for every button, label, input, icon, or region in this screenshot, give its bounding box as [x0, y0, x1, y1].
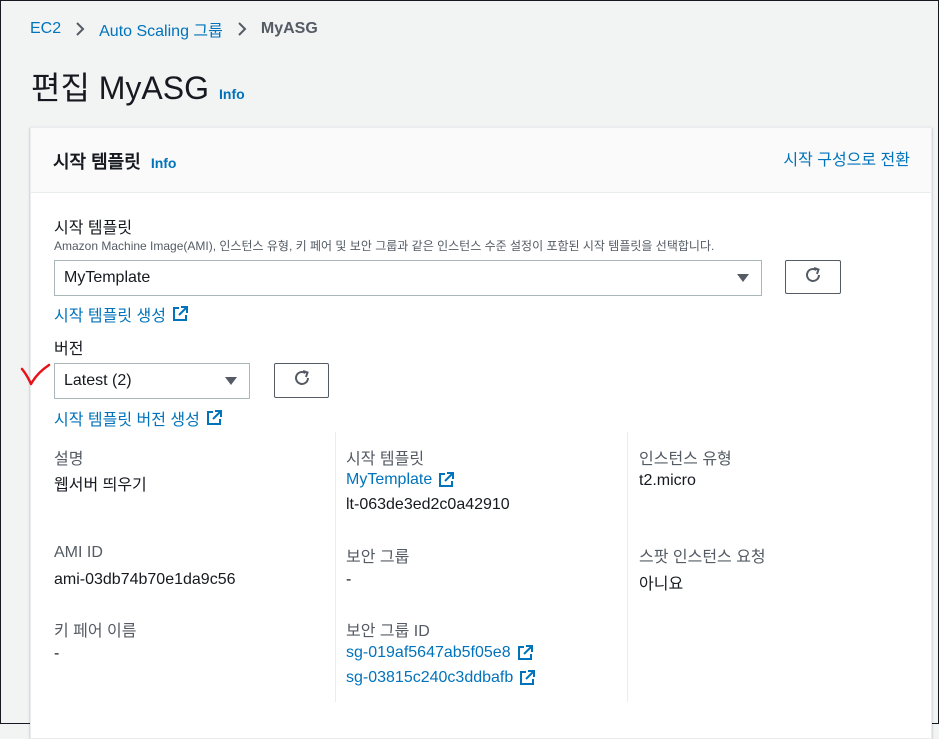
page-info-link[interactable]: Info	[219, 86, 245, 102]
panel-header: 시작 템플릿 Info 시작 구성으로 전환	[31, 128, 931, 193]
key-pair-label: 키 페어 이름	[54, 623, 137, 640]
description-value: 웹서버 띄우기	[54, 477, 147, 494]
launch-template-select[interactable]: MyTemplate	[54, 260, 762, 296]
refresh-icon	[292, 368, 312, 393]
create-template-link[interactable]: 시작 템플릿 생성	[54, 302, 188, 326]
security-group-label: 보안 그룹	[346, 549, 410, 566]
create-version-link-text: 시작 템플릿 버전 생성	[54, 412, 200, 429]
chevron-right-icon	[75, 21, 85, 37]
ami-id-label: AMI ID	[54, 544, 103, 561]
security-group-id-label: 보안 그룹 ID	[346, 623, 430, 640]
create-version-link[interactable]: 시작 템플릿 버전 생성	[54, 406, 222, 430]
version-select[interactable]: Latest (2)	[54, 363, 250, 399]
panel-info-link[interactable]: Info	[151, 155, 177, 171]
refresh-versions-button[interactable]	[274, 363, 329, 398]
panel-title-text: 시작 템플릿	[53, 152, 141, 172]
description-label: 설명	[54, 451, 84, 468]
launch-template-detail-label: 시작 템플릿	[346, 451, 425, 468]
page-title-text: 편집 MyASG	[31, 70, 210, 106]
column-divider	[627, 432, 628, 702]
spot-request-label: 스팟 인스턴스 요청	[639, 549, 766, 566]
instance-type-label: 인스턴스 유형	[639, 451, 732, 468]
spot-request-value: 아니요	[639, 576, 684, 593]
caret-down-icon	[225, 377, 237, 385]
launch-template-detail-link[interactable]: MyTemplate	[346, 471, 455, 489]
version-select-value: Latest (2)	[64, 372, 132, 389]
switch-to-launch-config-link[interactable]: 시작 구성으로 전환	[783, 146, 910, 170]
security-group-value: -	[346, 571, 352, 588]
security-group-id-link-text: sg-03815c240c3ddbafb	[346, 669, 514, 686]
caret-down-icon	[737, 274, 749, 282]
breadcrumb-auto-scaling[interactable]: Auto Scaling 그룹	[99, 17, 223, 41]
security-group-id-link[interactable]: sg-019af5647ab5f05e8	[346, 644, 533, 662]
column-divider	[335, 432, 336, 702]
instance-type-value: t2.micro	[639, 472, 696, 489]
launch-template-id: lt-063de3ed2c0a42910	[346, 496, 510, 513]
external-link-icon	[438, 472, 455, 488]
refresh-templates-button[interactable]	[785, 260, 841, 294]
template-description: Amazon Machine Image(AMI), 인스턴스 유형, 키 페어…	[54, 239, 715, 253]
external-link-icon	[172, 306, 188, 322]
breadcrumb-ec2[interactable]: EC2	[30, 20, 61, 38]
refresh-icon	[803, 265, 823, 290]
template-label: 시작 템플릿	[54, 220, 133, 237]
launch-template-detail-link-text: MyTemplate	[346, 471, 433, 488]
breadcrumb-current: MyASG	[260, 20, 318, 37]
ami-id-value: ami-03db74b70e1da9c56	[54, 571, 236, 588]
panel-title: 시작 템플릿 Info	[53, 148, 176, 174]
external-link-icon	[519, 670, 536, 686]
check-annotation-icon	[19, 363, 53, 394]
key-pair-value: -	[54, 645, 60, 662]
security-group-id-link[interactable]: sg-03815c240c3ddbafb	[346, 669, 536, 687]
launch-template-select-value: MyTemplate	[64, 269, 151, 286]
security-group-id-link-text: sg-019af5647ab5f05e8	[346, 644, 511, 661]
create-template-link-text: 시작 템플릿 생성	[54, 308, 166, 325]
breadcrumb: EC2 Auto Scaling 그룹 MyASG	[30, 17, 318, 41]
external-link-icon	[206, 410, 222, 426]
version-label: 버전	[54, 341, 84, 358]
launch-template-panel: 시작 템플릿 Info 시작 구성으로 전환 시작 템플릿 Amazon Mac…	[30, 127, 932, 739]
chevron-right-icon	[237, 21, 247, 37]
page-title: 편집 MyASG Info	[31, 63, 245, 109]
external-link-icon	[517, 645, 533, 661]
